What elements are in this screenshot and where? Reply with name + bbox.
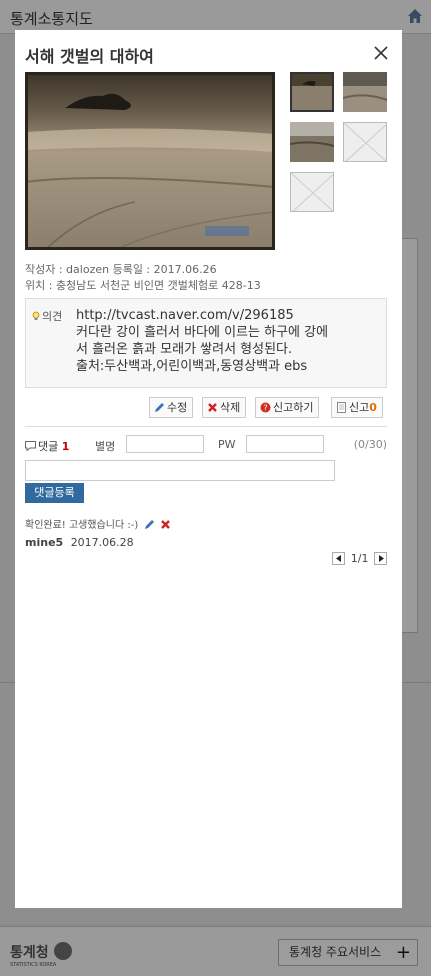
footer-service-button[interactable]: 통계청 주요서비스 + bbox=[278, 939, 418, 966]
comment-item: 확인완료! 고생했습니다 :-) bbox=[25, 516, 171, 531]
delete-icon[interactable] bbox=[160, 519, 171, 530]
opinion-box: 의견 http://tvcast.naver.com/v/296185 커다란 … bbox=[25, 298, 387, 388]
edit-label: 수정 bbox=[167, 401, 188, 414]
pencil-icon[interactable] bbox=[144, 519, 155, 530]
thumbnail-2[interactable] bbox=[343, 72, 387, 112]
comment-header-label: 댓글 bbox=[38, 440, 59, 453]
footer-logo-sub: STATISTICS KOREA bbox=[10, 962, 57, 968]
nickname-label: 별명 bbox=[95, 440, 116, 453]
comment-text: 확인완료! 고생했습니다 :-) bbox=[25, 520, 139, 531]
comment-user: mine5 bbox=[25, 536, 64, 549]
delete-button[interactable]: 삭제 bbox=[202, 397, 247, 418]
chevron-right-icon bbox=[379, 555, 384, 562]
app-title: 통계소통지도 bbox=[10, 10, 93, 28]
post-detail-modal: 서해 갯벌의 대하여 작성자: dalozen 등록일: 2017.06.2… bbox=[15, 30, 402, 908]
comment-pager: 1/1 bbox=[332, 552, 387, 565]
comment-icon bbox=[25, 441, 36, 452]
svg-text:?: ? bbox=[263, 404, 267, 413]
footer-service-label: 통계청 주요서비스 bbox=[289, 945, 382, 959]
opinion-line: 커다란 강이 흘러서 바다에 이르는 하구에 강에 bbox=[76, 325, 329, 340]
pw-label: PW bbox=[218, 438, 236, 451]
opinion-label-text: 의견 bbox=[42, 310, 63, 323]
comment-meta: mine5 2017.06.28 bbox=[25, 536, 134, 549]
thumbnail-placeholder bbox=[343, 122, 387, 162]
home-icon[interactable] bbox=[407, 8, 423, 24]
comment-char-counter: (0/30) bbox=[353, 438, 387, 451]
next-page-button[interactable] bbox=[374, 552, 387, 565]
delete-label: 삭제 bbox=[220, 401, 241, 414]
delete-icon bbox=[208, 403, 217, 412]
page-indicator: 1/1 bbox=[350, 552, 369, 565]
report-count: 0 bbox=[369, 401, 377, 414]
opinion-text: http://tvcast.naver.com/v/296185 커다란 강이 … bbox=[76, 307, 384, 375]
location-line: 위치 : 충청남도 서천군 비인면 갯벌체험로 428-13 bbox=[25, 279, 261, 292]
divider bbox=[25, 426, 387, 427]
thumbnail-placeholder bbox=[290, 172, 334, 212]
comment-header: 댓글 1 bbox=[25, 438, 69, 454]
pencil-icon bbox=[155, 403, 164, 412]
app-header: 통계소통지도 bbox=[0, 0, 431, 34]
password-input[interactable] bbox=[246, 435, 324, 453]
edit-button[interactable]: 수정 bbox=[149, 397, 194, 418]
prev-page-button[interactable] bbox=[332, 552, 346, 565]
opinion-line: http://tvcast.naver.com/v/296185 bbox=[76, 308, 294, 323]
main-photo[interactable] bbox=[25, 72, 275, 250]
comment-date: 2017.06.28 bbox=[70, 536, 134, 549]
footer-logo: 통계청 bbox=[10, 945, 49, 961]
comment-count: 1 bbox=[61, 440, 70, 453]
logo-mark-icon bbox=[54, 942, 72, 960]
report-count-button[interactable]: 신고0 bbox=[331, 397, 383, 418]
opinion-line: 서 흘러온 흙과 모래가 쌓려서 형성된다. bbox=[76, 342, 293, 357]
report-icon: ? bbox=[260, 402, 271, 413]
opinion-line: 출처:두산백과,어린이백과,동영상백과 ebs bbox=[76, 359, 308, 374]
thumbnail-3[interactable] bbox=[290, 122, 334, 162]
comment-submit-button[interactable]: 댓글등록 bbox=[25, 483, 84, 503]
author-date-line: 작성자 : dalozen 등록일 : 2017.06.26 bbox=[25, 263, 217, 276]
opinion-label: 의견 bbox=[32, 308, 62, 324]
comment-input[interactable] bbox=[25, 460, 335, 481]
close-icon[interactable] bbox=[372, 44, 390, 62]
document-icon bbox=[337, 402, 346, 413]
chevron-left-icon bbox=[336, 555, 342, 562]
report-button[interactable]: ? 신고하기 bbox=[255, 397, 320, 418]
report-label: 신고하기 bbox=[273, 401, 314, 414]
lightbulb-icon bbox=[32, 311, 40, 320]
modal-title: 서해 갯벌의 대하여 bbox=[25, 47, 154, 66]
report-count-label: 신고 bbox=[349, 401, 370, 414]
plus-icon: + bbox=[395, 942, 411, 963]
thumbnail-1[interactable] bbox=[290, 72, 334, 112]
nickname-input[interactable] bbox=[126, 435, 204, 453]
